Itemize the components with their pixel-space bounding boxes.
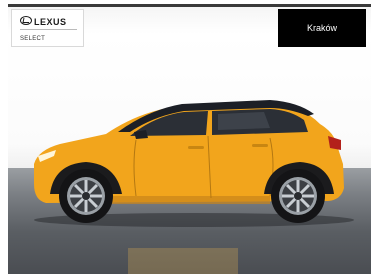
lexus-select-logo[interactable]: LEXUS SELECT xyxy=(11,9,84,47)
vehicle-card: LEXUS SELECT Kraków xyxy=(8,4,371,274)
logo-sub-label: SELECT xyxy=(20,36,46,42)
location-button[interactable]: Kraków xyxy=(278,9,366,47)
lexus-emblem-icon xyxy=(20,16,32,25)
logo-text: LEXUS xyxy=(34,17,67,27)
location-label: Kraków xyxy=(306,23,337,33)
logo-divider xyxy=(20,29,77,30)
